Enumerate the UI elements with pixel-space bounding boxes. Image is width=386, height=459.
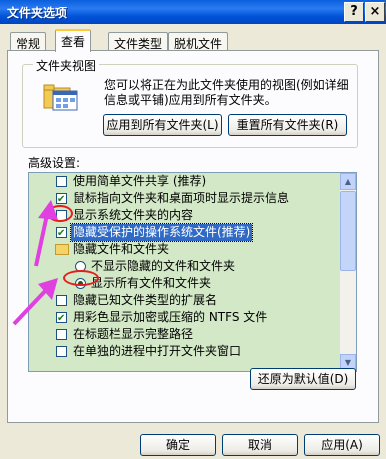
list-item-label: 不显示隐藏的文件和文件夹 [91, 259, 236, 273]
advanced-settings-label: 高级设置: [28, 156, 81, 170]
close-button[interactable]: × [365, 2, 385, 22]
list-item[interactable]: 隐藏受保护的操作系统文件(推荐) [29, 223, 339, 242]
help-button[interactable]: ? [344, 2, 364, 22]
checkbox[interactable] [56, 346, 67, 357]
list-item[interactable]: 隐藏已知文件类型的扩展名 [29, 292, 339, 309]
list-item[interactable]: 在单独的进程中打开文件夹窗口 [29, 343, 339, 360]
annotation-oval-radio [63, 270, 99, 286]
scrollbar-thumb[interactable] [340, 191, 356, 271]
list-item-label: 用彩色显示加密或压缩的 NTFS 文件 [73, 310, 268, 324]
list-item[interactable]: 用彩色显示加密或压缩的 NTFS 文件 [29, 309, 339, 327]
window-title: 文件夹选项 [7, 6, 68, 20]
list-item[interactable]: 隐藏文件和文件夹 [29, 241, 339, 258]
list-item-label: 隐藏文件和文件夹 [73, 242, 170, 256]
annotation-arrow-icon [34, 200, 58, 267]
list-item-label: 隐藏已知文件类型的扩展名 [73, 293, 218, 307]
list-item[interactable]: 在标题栏显示完整路径 [29, 326, 339, 343]
checkbox[interactable] [56, 176, 67, 187]
list-item-label: 鼠标指向文件夹和桌面项时显示提示信息 [73, 191, 290, 205]
list-item-label: 使用简单文件共享 (推荐) [73, 174, 207, 188]
list-item[interactable]: 使用简单文件共享 (推荐) [29, 173, 339, 190]
tab-file-types[interactable]: 文件类型 [108, 32, 169, 51]
list-item-label: 显示所有文件和文件夹 [91, 276, 212, 290]
up-arrow-icon[interactable]: ▲ [340, 173, 356, 190]
tab-offline-files[interactable]: 脱机文件 [168, 32, 229, 51]
title-bar[interactable]: 文件夹选项 ? × [0, 0, 386, 24]
apply-to-all-folders-button[interactable]: 应用到所有文件夹(L) [103, 114, 222, 136]
folder-views-legend: 文件夹视图 [33, 57, 100, 74]
list-item-label: 在标题栏显示完整路径 [73, 327, 194, 341]
tab-general[interactable]: 常规 [10, 32, 47, 51]
reset-all-folders-button[interactable]: 重置所有文件夹(R) [228, 114, 347, 136]
list-item-label-selected: 隐藏受保护的操作系统文件(推荐) [69, 223, 254, 242]
list-item-label: 在单独的进程中打开文件夹窗口 [73, 344, 242, 358]
cancel-button[interactable]: 取消 [222, 434, 298, 456]
ok-button[interactable]: 确定 [140, 434, 216, 456]
checkbox[interactable] [56, 329, 67, 340]
folder-views-description: 您可以将正在为此文件夹使用的视图(例如详细信息或平铺)应用到所有文件夹。 [104, 78, 349, 107]
annotation-arrow-icon [12, 278, 58, 326]
tab-view[interactable]: 查看 [55, 29, 92, 52]
list-item[interactable]: 显示系统文件夹的内容 [29, 207, 339, 224]
list-item-label: 显示系统文件夹的内容 [73, 208, 194, 222]
list-item[interactable]: 鼠标指向文件夹和桌面项时显示提示信息 [29, 190, 339, 208]
apply-button[interactable]: 应用(A) [304, 434, 380, 456]
list-scrollbar[interactable]: ▲ ▼ [339, 173, 356, 371]
folder-window-icon [43, 84, 78, 111]
restore-defaults-button[interactable]: 还原为默认值(D) [250, 368, 356, 390]
